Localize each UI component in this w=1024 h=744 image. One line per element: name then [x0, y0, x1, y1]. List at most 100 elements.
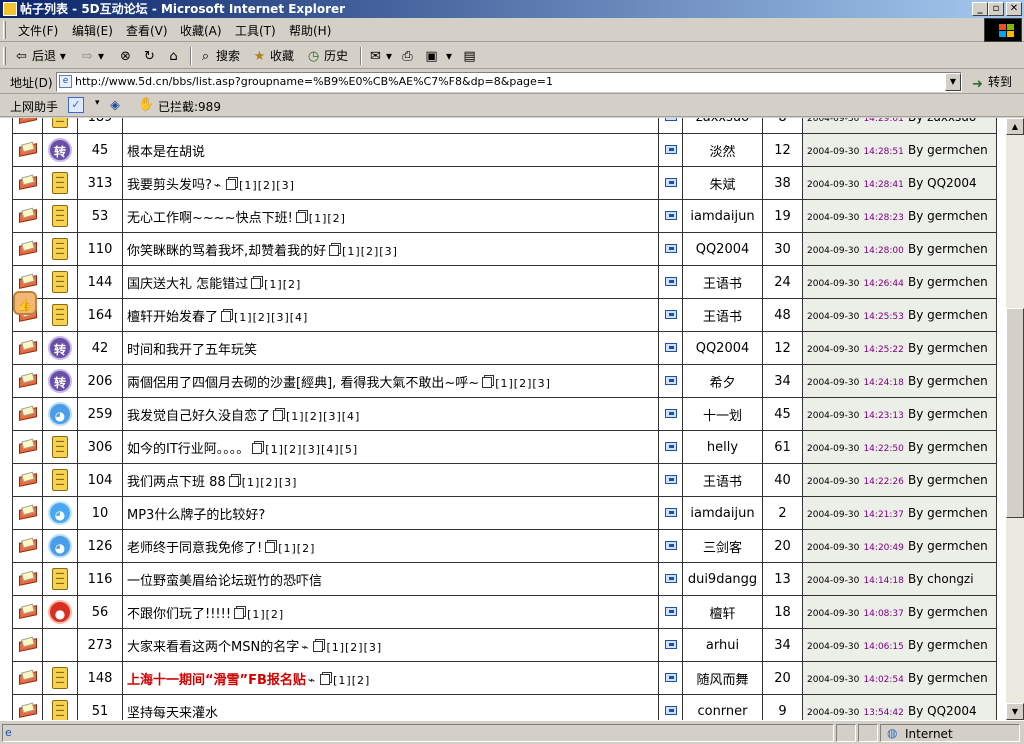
last-post-by[interactable]: By QQ2004: [908, 176, 977, 190]
message-icon[interactable]: [664, 705, 677, 715]
author-link[interactable]: QQ2004: [682, 331, 763, 365]
message-icon[interactable]: [664, 639, 677, 649]
last-post-by[interactable]: By germchen: [908, 638, 988, 652]
menu-view[interactable]: 查看(V): [126, 22, 168, 39]
home-button[interactable]: ⌂: [166, 46, 186, 66]
table-row[interactable]: — — — 51 坚持每天来灌水 conrner 9 2004-09-30 13:54:42 …: [12, 694, 997, 721]
message-icon[interactable]: [664, 375, 677, 385]
author-link[interactable]: 朱斌: [682, 166, 763, 200]
checkmark-icon[interactable]: ✓: [68, 97, 84, 113]
refresh-button[interactable]: ↻: [142, 46, 162, 66]
table-row[interactable]: — — —53 无心工作啊~~~~快点下班! [1][2] iamdaijun 19 2004…: [12, 199, 997, 233]
menu-edit[interactable]: 编辑(E): [72, 22, 113, 39]
message-icon[interactable]: [664, 177, 677, 187]
author-link[interactable]: arhui: [682, 628, 763, 662]
go-button[interactable]: ➜ 转到: [970, 72, 1020, 92]
address-input[interactable]: e http://www.5d.cn/bbs/list.asp?groupnam…: [56, 72, 962, 92]
table-row[interactable]: ———189zaxxsuo82004-09-30 14:29:01 By zax…: [12, 118, 997, 134]
last-post-by[interactable]: By germchen: [908, 143, 988, 157]
scroll-down-button[interactable]: ▼: [1006, 703, 1024, 720]
topic-link[interactable]: 无心工作啊~~~~快点下班!: [127, 211, 293, 226]
message-icon[interactable]: [664, 276, 677, 286]
topic-link[interactable]: 国庆送大礼 怎能错过: [127, 277, 248, 292]
author-link[interactable]: 三剑客: [682, 529, 763, 563]
topic-link[interactable]: MP3什么牌子的比较好?: [127, 508, 265, 523]
author-link[interactable]: 王语书: [682, 463, 763, 497]
last-post-by[interactable]: By germchen: [908, 407, 988, 421]
table-row[interactable]: ◕ 259 我发觉自己好久没自恋了 [1][2][3][4] 十一划 45 2004-09-…: [12, 397, 997, 431]
forward-button[interactable]: ⇨ ▾: [80, 46, 110, 66]
menu-file[interactable]: 文件(F): [18, 22, 58, 39]
message-icon[interactable]: [664, 118, 677, 121]
vertical-scrollbar[interactable]: ▲ ▼: [1006, 118, 1024, 720]
author-link[interactable]: iamdaijun: [682, 496, 763, 530]
author-link[interactable]: 淡然: [682, 133, 763, 167]
topic-link[interactable]: 大家来看看这两个MSN的名字: [127, 640, 299, 655]
page-links[interactable]: [1][2][3]: [326, 641, 382, 654]
topic-link[interactable]: 不跟你们玩了!!!!!: [127, 607, 231, 622]
table-row[interactable]: — — — 104 我们两点下班 88 [1][2][3] 王语书 40 2004-09-30 …: [12, 463, 997, 497]
last-post-by[interactable]: By germchen: [908, 671, 988, 685]
address-dropdown-button[interactable]: ▼: [945, 73, 961, 91]
message-icon[interactable]: [664, 243, 677, 253]
back-button[interactable]: ⇦ 后退 ▾: [14, 46, 76, 66]
table-row[interactable]: 转 45 根本是在胡说 淡然 12 2004-09-30 14:28:51 By germ…: [12, 133, 997, 167]
topic-link[interactable]: 一位野蛮美眉给论坛斑竹的恐吓信: [127, 574, 322, 589]
topic-link[interactable]: 如今的IT行业阿。。。。: [127, 442, 249, 457]
minimize-button[interactable]: _: [972, 2, 988, 16]
message-icon[interactable]: [664, 507, 677, 517]
table-row[interactable]: — — —148 上海十一期间“滑雪”FB报名贴 ⌁ [1][2] 随风而舞 20 2004-0…: [12, 661, 997, 695]
page-links[interactable]: [1][2][3]: [342, 245, 398, 258]
message-icon[interactable]: [664, 606, 677, 616]
last-post-by[interactable]: By germchen: [908, 605, 988, 619]
menu-help[interactable]: 帮助(H): [289, 22, 331, 39]
table-row[interactable]: — — — 306 如今的IT行业阿。。。。 [1][2][3][4][5] helly 61…: [12, 430, 997, 464]
last-post-by[interactable]: By zaxxsuo: [908, 118, 976, 124]
table-row[interactable]: ◕ 10 MP3什么牌子的比较好? iamdaijun 2 2004-09-30 14:2…: [12, 496, 997, 530]
table-row[interactable]: 转 42 时间和我开了五年玩笑 QQ2004 12 2004-09-30 14:25:22…: [12, 331, 997, 365]
table-row[interactable]: ◕ 126 老师终于同意我免修了! [1][2] 三剑客 20 2004-09-30 14:…: [12, 529, 997, 563]
page-links[interactable]: [1][2][3][4]: [234, 311, 308, 324]
history-button[interactable]: ◷ 历史: [306, 46, 354, 66]
search-button[interactable]: ⌕ 搜索: [198, 46, 246, 66]
message-icon[interactable]: [664, 210, 677, 220]
message-icon[interactable]: [664, 309, 677, 319]
message-icon[interactable]: [664, 573, 677, 583]
page-links[interactable]: [1][2]: [264, 278, 301, 291]
menu-tools[interactable]: 工具(T): [235, 22, 276, 39]
mail-button[interactable]: ✉ ▾: [368, 46, 394, 66]
topic-link[interactable]: 老师终于同意我免修了!: [127, 541, 262, 556]
topic-link[interactable]: 时间和我开了五年玩笑: [127, 343, 257, 358]
author-link[interactable]: 王语书: [682, 265, 763, 299]
last-post-by[interactable]: By germchen: [908, 275, 988, 289]
last-post-by[interactable]: By germchen: [908, 308, 988, 322]
message-icon[interactable]: [664, 342, 677, 352]
topic-link[interactable]: 根本是在胡说: [127, 145, 205, 160]
print-button[interactable]: ⎙: [400, 46, 420, 66]
table-row[interactable]: 转 206 兩個侶用了四個月去砌的沙畫[經典], 看得我大氣不敢出~呼~ [1][2]…: [12, 364, 997, 398]
topic-link[interactable]: 我发觉自己好久没自恋了: [127, 409, 270, 424]
topic-link[interactable]: 坚持每天来灌水: [127, 706, 218, 721]
page-links[interactable]: [1][2]: [333, 674, 370, 687]
author-link[interactable]: 希夕: [682, 364, 763, 398]
author-link[interactable]: dui9dangg: [682, 562, 763, 596]
table-row[interactable]: — — —313 我要剪头发吗? ⌁ [1][2][3] 朱斌 38 2004-09-30 14…: [12, 166, 997, 200]
author-link[interactable]: 十一划: [682, 397, 763, 431]
page-links[interactable]: [1][2][3]: [242, 476, 298, 489]
table-row[interactable]: — — —116 一位野蛮美眉给论坛斑竹的恐吓信 dui9dangg 13 2004-09-…: [12, 562, 997, 596]
table-row[interactable]: — — —110 你笑眯眯的骂着我坏,却赞着我的好 [1][2][3] QQ2004 30 2…: [12, 232, 997, 266]
message-icon[interactable]: [664, 408, 677, 418]
topic-link[interactable]: 我们两点下班 88: [127, 475, 226, 490]
menu-favorites[interactable]: 收藏(A): [180, 22, 222, 39]
message-icon[interactable]: [664, 474, 677, 484]
last-post-by[interactable]: By germchen: [908, 341, 988, 355]
author-link[interactable]: 随风而舞: [682, 661, 763, 695]
last-post-by[interactable]: By germchen: [908, 209, 988, 223]
author-link[interactable]: 檀轩: [682, 595, 763, 629]
page-links[interactable]: [1][2]: [278, 542, 315, 555]
author-link[interactable]: QQ2004: [682, 232, 763, 266]
topic-link[interactable]: 你笑眯眯的骂着我坏,却赞着我的好: [127, 244, 326, 259]
author-link[interactable]: 王语书: [682, 298, 763, 332]
page-links[interactable]: [1][2]: [309, 212, 346, 225]
discuss-button[interactable]: ▤: [462, 46, 482, 66]
